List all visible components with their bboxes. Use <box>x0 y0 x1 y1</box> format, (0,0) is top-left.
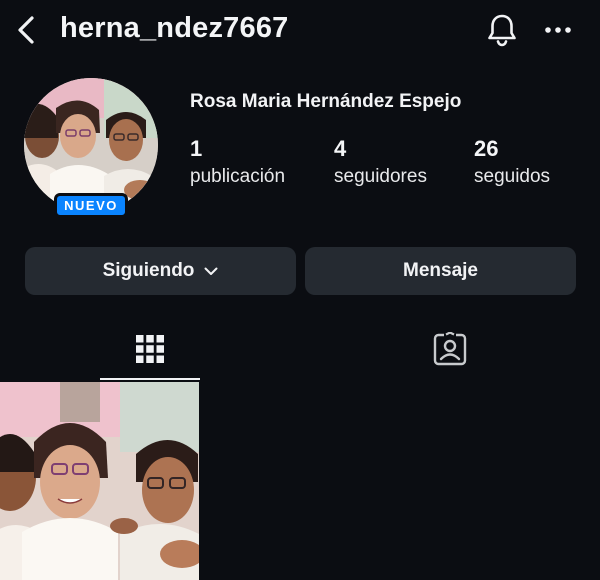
message-button-label: Mensaje <box>403 260 478 281</box>
profile-username: herna_ndez7667 <box>60 12 289 44</box>
following-button-label: Siguiendo <box>102 260 195 281</box>
notifications-button[interactable] <box>482 10 522 50</box>
new-badge: NUEVO <box>54 193 128 218</box>
bell-icon <box>488 14 516 47</box>
profile-avatar[interactable] <box>24 78 158 212</box>
tagged-person-icon <box>433 332 467 366</box>
followers-label: seguidores <box>334 166 427 187</box>
tab-posts-grid[interactable] <box>0 318 300 380</box>
message-button[interactable]: Mensaje <box>305 247 576 295</box>
posts-count: 1 <box>190 136 203 161</box>
posts-stat[interactable]: 1 publicación <box>190 136 285 188</box>
tab-tagged[interactable] <box>300 318 600 380</box>
followers-stat[interactable]: 4 seguidores <box>334 136 427 188</box>
profile-full-name: Rosa Maria Hernández Espejo <box>190 91 462 112</box>
post-photo <box>0 382 199 580</box>
chevron-down-icon <box>204 267 218 276</box>
more-horizontal-icon <box>545 27 571 33</box>
back-button[interactable] <box>8 10 44 50</box>
avatar-photo <box>24 78 158 212</box>
more-options-button[interactable] <box>538 10 578 50</box>
following-label: seguidos <box>474 166 551 187</box>
profile-screen: herna_ndez7667 NUEVO Rosa Maria Hernánde… <box>0 0 600 580</box>
active-tab-indicator <box>100 378 200 380</box>
following-stat[interactable]: 26 seguidos <box>474 136 550 188</box>
posts-label: publicación <box>190 166 286 187</box>
following-count: 26 <box>474 136 499 161</box>
followers-count: 4 <box>334 136 347 161</box>
top-bar: herna_ndez7667 <box>0 0 600 62</box>
following-button[interactable]: Siguiendo <box>25 247 296 295</box>
chevron-left-icon <box>18 16 34 44</box>
post-thumbnail[interactable] <box>0 382 199 580</box>
grid-icon <box>136 335 164 363</box>
